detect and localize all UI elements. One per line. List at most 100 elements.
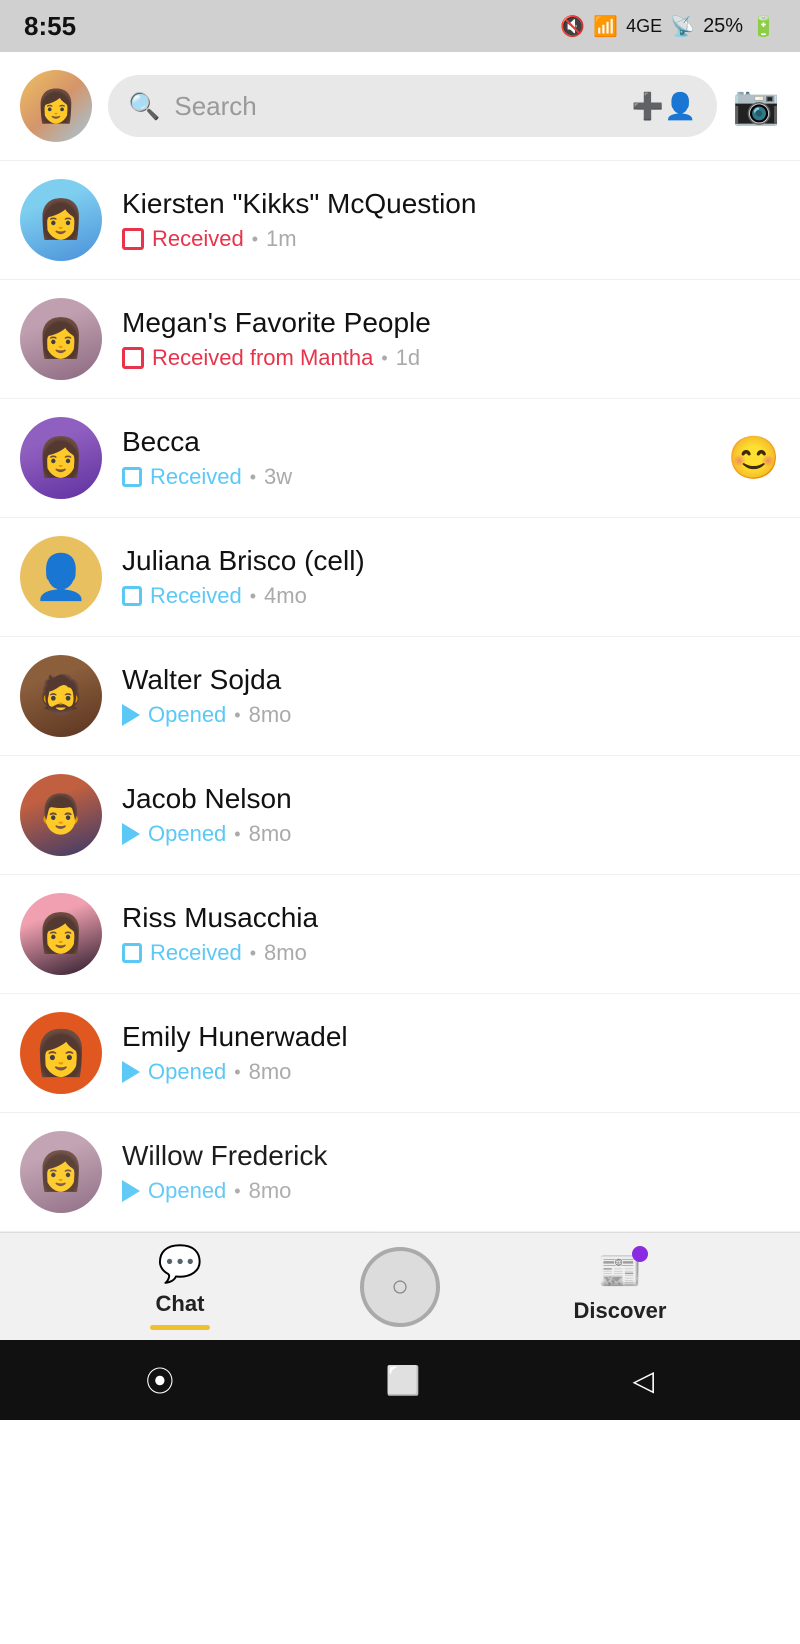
chat-status-willow: Opened • 8mo — [122, 1178, 780, 1204]
dot-becca: • — [250, 467, 256, 488]
avatar-becca: 👩 — [20, 417, 102, 499]
chat-item-willow[interactable]: 👩 Willow Frederick Opened • 8mo — [0, 1113, 800, 1232]
chat-info-riss: Riss Musacchia Received • 8mo — [122, 902, 780, 966]
user-avatar[interactable]: 👩 — [20, 70, 92, 142]
time-jacob: 8mo — [249, 821, 292, 847]
chat-list: 👩 Kiersten "Kikks" McQuestion Received •… — [0, 161, 800, 1232]
add-friend-icon[interactable]: ➕👤 — [632, 91, 697, 122]
chat-info-willow: Willow Frederick Opened • 8mo — [122, 1140, 780, 1204]
chat-info-juliana: Juliana Brisco (cell) Received • 4mo — [122, 545, 780, 609]
wifi-icon: 📶 — [593, 14, 618, 39]
search-bar[interactable]: 🔍 Search ➕👤 — [108, 75, 717, 137]
chat-item-kiersten[interactable]: 👩 Kiersten "Kikks" McQuestion Received •… — [0, 161, 800, 280]
received-red-icon-megan — [122, 347, 144, 369]
chat-nav-label: Chat — [156, 1291, 205, 1317]
chat-item-riss[interactable]: 👩 Riss Musacchia Received • 8mo — [0, 875, 800, 994]
discover-nav-icon: 📰 — [598, 1250, 643, 1292]
time-willow: 8mo — [249, 1178, 292, 1204]
chat-item-becca[interactable]: 👩 Becca Received • 3w 😊 — [0, 399, 800, 518]
emoji-becca: 😊 — [728, 434, 780, 483]
status-text-willow: Opened — [148, 1178, 226, 1204]
opened-blue-icon-willow — [122, 1180, 140, 1202]
avatar-jacob: 👨 — [20, 774, 102, 856]
avatar-kiersten: 👩 — [20, 179, 102, 261]
chat-status-megan: Received from Mantha • 1d — [122, 345, 780, 371]
dot-riss: • — [250, 943, 256, 964]
status-text-megan: Received from Mantha — [152, 345, 373, 371]
status-text-emily: Opened — [148, 1059, 226, 1085]
status-time: 8:55 — [24, 11, 76, 42]
opened-blue-icon-emily — [122, 1061, 140, 1083]
chat-name-emily: Emily Hunerwadel — [122, 1021, 780, 1053]
chat-status-riss: Received • 8mo — [122, 940, 780, 966]
chat-name-becca: Becca — [122, 426, 728, 458]
time-becca: 3w — [264, 464, 292, 490]
snap-center-icon: ○ — [391, 1270, 409, 1304]
avatar-walter: 🧔 — [20, 655, 102, 737]
chat-name-walter: Walter Sojda — [122, 664, 780, 696]
time-emily: 8mo — [249, 1059, 292, 1085]
status-text-becca: Received — [150, 464, 242, 490]
android-back-button[interactable]: ◁ — [633, 1364, 655, 1397]
battery-text: 25% — [703, 15, 743, 38]
avatar-riss: 👩 — [20, 893, 102, 975]
received-blue-icon-juliana — [122, 586, 142, 606]
chat-status-jacob: Opened • 8mo — [122, 821, 780, 847]
chat-status-emily: Opened • 8mo — [122, 1059, 780, 1085]
dot-jacob: • — [234, 824, 240, 845]
chat-info-emily: Emily Hunerwadel Opened • 8mo — [122, 1021, 780, 1085]
chat-name-kiersten: Kiersten "Kikks" McQuestion — [122, 188, 780, 220]
dot-willow: • — [234, 1181, 240, 1202]
android-recents-button[interactable]: ⦿ — [146, 1360, 174, 1400]
chat-info-walter: Walter Sojda Opened • 8mo — [122, 664, 780, 728]
android-nav-bar: ⦿ ⬜ ◁ — [0, 1340, 800, 1420]
discover-notification-dot — [632, 1246, 648, 1262]
chat-info-kiersten: Kiersten "Kikks" McQuestion Received • 1… — [122, 188, 780, 252]
chat-item-jacob[interactable]: 👨 Jacob Nelson Opened • 8mo — [0, 756, 800, 875]
avatar-emily: 👩 — [20, 1012, 102, 1094]
avatar-juliana: 👤 — [20, 536, 102, 618]
signal-icon: 📡 — [670, 14, 695, 39]
user-avatar-image: 👩 — [20, 70, 92, 142]
dot-walter: • — [234, 705, 240, 726]
received-blue-icon-riss — [122, 943, 142, 963]
snap-center-button[interactable]: ○ — [360, 1247, 440, 1327]
nav-discover[interactable]: 📰 Discover — [440, 1250, 800, 1324]
chat-nav-icon: 💬 — [158, 1243, 203, 1285]
status-text-riss: Received — [150, 940, 242, 966]
chat-status-walter: Opened • 8mo — [122, 702, 780, 728]
nav-chat[interactable]: 💬 Chat — [0, 1243, 360, 1330]
chat-info-megan: Megan's Favorite People Received from Ma… — [122, 307, 780, 371]
time-kiersten: 1m — [266, 226, 297, 252]
camera-button[interactable]: 📷 — [733, 84, 780, 128]
received-blue-icon-becca — [122, 467, 142, 487]
chat-item-walter[interactable]: 🧔 Walter Sojda Opened • 8mo — [0, 637, 800, 756]
camera-icon: 📷 — [733, 85, 780, 127]
mute-icon: 🔇 — [560, 14, 585, 39]
bottom-nav: 💬 Chat ○ 📰 Discover — [0, 1233, 800, 1340]
chat-status-kiersten: Received • 1m — [122, 226, 780, 252]
chat-name-juliana: Juliana Brisco (cell) — [122, 545, 780, 577]
search-icon: 🔍 — [128, 91, 160, 122]
received-red-icon — [122, 228, 144, 250]
bottom-nav-overlay: 💬 Chat ○ 📰 Discover — [0, 1232, 800, 1340]
dot-kiersten: • — [252, 229, 258, 250]
header: 👩 🔍 Search ➕👤 📷 — [0, 52, 800, 161]
time-riss: 8mo — [264, 940, 307, 966]
discover-nav-label: Discover — [574, 1298, 667, 1324]
chat-item-megan[interactable]: 👩 Megan's Favorite People Received from … — [0, 280, 800, 399]
chat-name-jacob: Jacob Nelson — [122, 783, 780, 815]
chat-info-jacob: Jacob Nelson Opened • 8mo — [122, 783, 780, 847]
status-text-juliana: Received — [150, 583, 242, 609]
status-text-walter: Opened — [148, 702, 226, 728]
android-home-button[interactable]: ⬜ — [386, 1364, 421, 1397]
avatar-megan: 👩 — [20, 298, 102, 380]
opened-blue-icon-walter — [122, 704, 140, 726]
opened-blue-icon-jacob — [122, 823, 140, 845]
chat-name-riss: Riss Musacchia — [122, 902, 780, 934]
chat-item-juliana[interactable]: 👤 Juliana Brisco (cell) Received • 4mo — [0, 518, 800, 637]
status-bar: 8:55 🔇 📶 4GE 📡 25% 🔋 — [0, 0, 800, 52]
status-text-kiersten: Received — [152, 226, 244, 252]
chat-item-emily[interactable]: 👩 Emily Hunerwadel Opened • 8mo — [0, 994, 800, 1113]
search-input-placeholder[interactable]: Search — [174, 91, 618, 122]
